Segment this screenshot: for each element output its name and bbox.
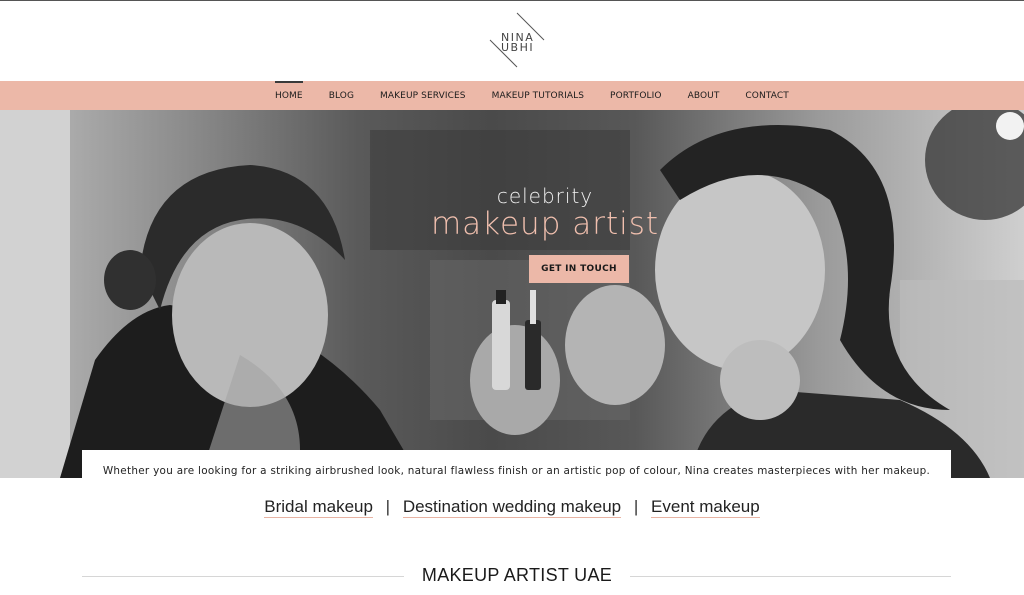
- logo-text: NINA UBHI: [501, 32, 535, 54]
- intro-text: Whether you are looking for a striking a…: [82, 450, 951, 482]
- section-heading: MAKEUP ARTIST UAE: [0, 565, 1024, 591]
- site-logo[interactable]: NINA UBHI: [484, 7, 550, 73]
- service-separator: |: [385, 497, 391, 516]
- hero-banner: celebrity makeup artist GET IN TOUCH: [0, 110, 1024, 478]
- service-link-event[interactable]: Event makeup: [651, 497, 760, 518]
- section-title: MAKEUP ARTIST UAE: [421, 565, 613, 585]
- nav-item-contact[interactable]: CONTACT: [732, 81, 801, 110]
- nav-item-blog[interactable]: BLOG: [316, 81, 367, 110]
- hero-title: makeup artist: [430, 206, 660, 242]
- hero-heading: celebrity makeup artist: [380, 184, 670, 242]
- service-links: Bridal makeup | Destination wedding make…: [0, 497, 1024, 518]
- nav-item-portfolio[interactable]: PORTFOLIO: [597, 81, 675, 110]
- service-link-bridal[interactable]: Bridal makeup: [264, 497, 373, 518]
- site-header: NINA UBHI: [0, 1, 1024, 81]
- logo-line-2: UBHI: [501, 41, 535, 54]
- get-in-touch-button[interactable]: GET IN TOUCH: [529, 255, 629, 283]
- heading-divider-right: [630, 576, 951, 577]
- service-link-destination-wedding[interactable]: Destination wedding makeup: [402, 497, 622, 518]
- hero-photo: [0, 110, 1024, 478]
- main-nav: HOME BLOG MAKEUP SERVICES MAKEUP TUTORIA…: [0, 81, 1024, 110]
- nav-item-home[interactable]: HOME: [262, 81, 316, 110]
- nav-item-makeup-services[interactable]: MAKEUP SERVICES: [367, 81, 479, 110]
- heading-divider-left: [82, 576, 404, 577]
- nav-item-about[interactable]: ABOUT: [675, 81, 733, 110]
- nav-item-makeup-tutorials[interactable]: MAKEUP TUTORIALS: [479, 81, 597, 110]
- service-separator: |: [633, 497, 639, 516]
- hero-subtitle: celebrity: [496, 184, 594, 208]
